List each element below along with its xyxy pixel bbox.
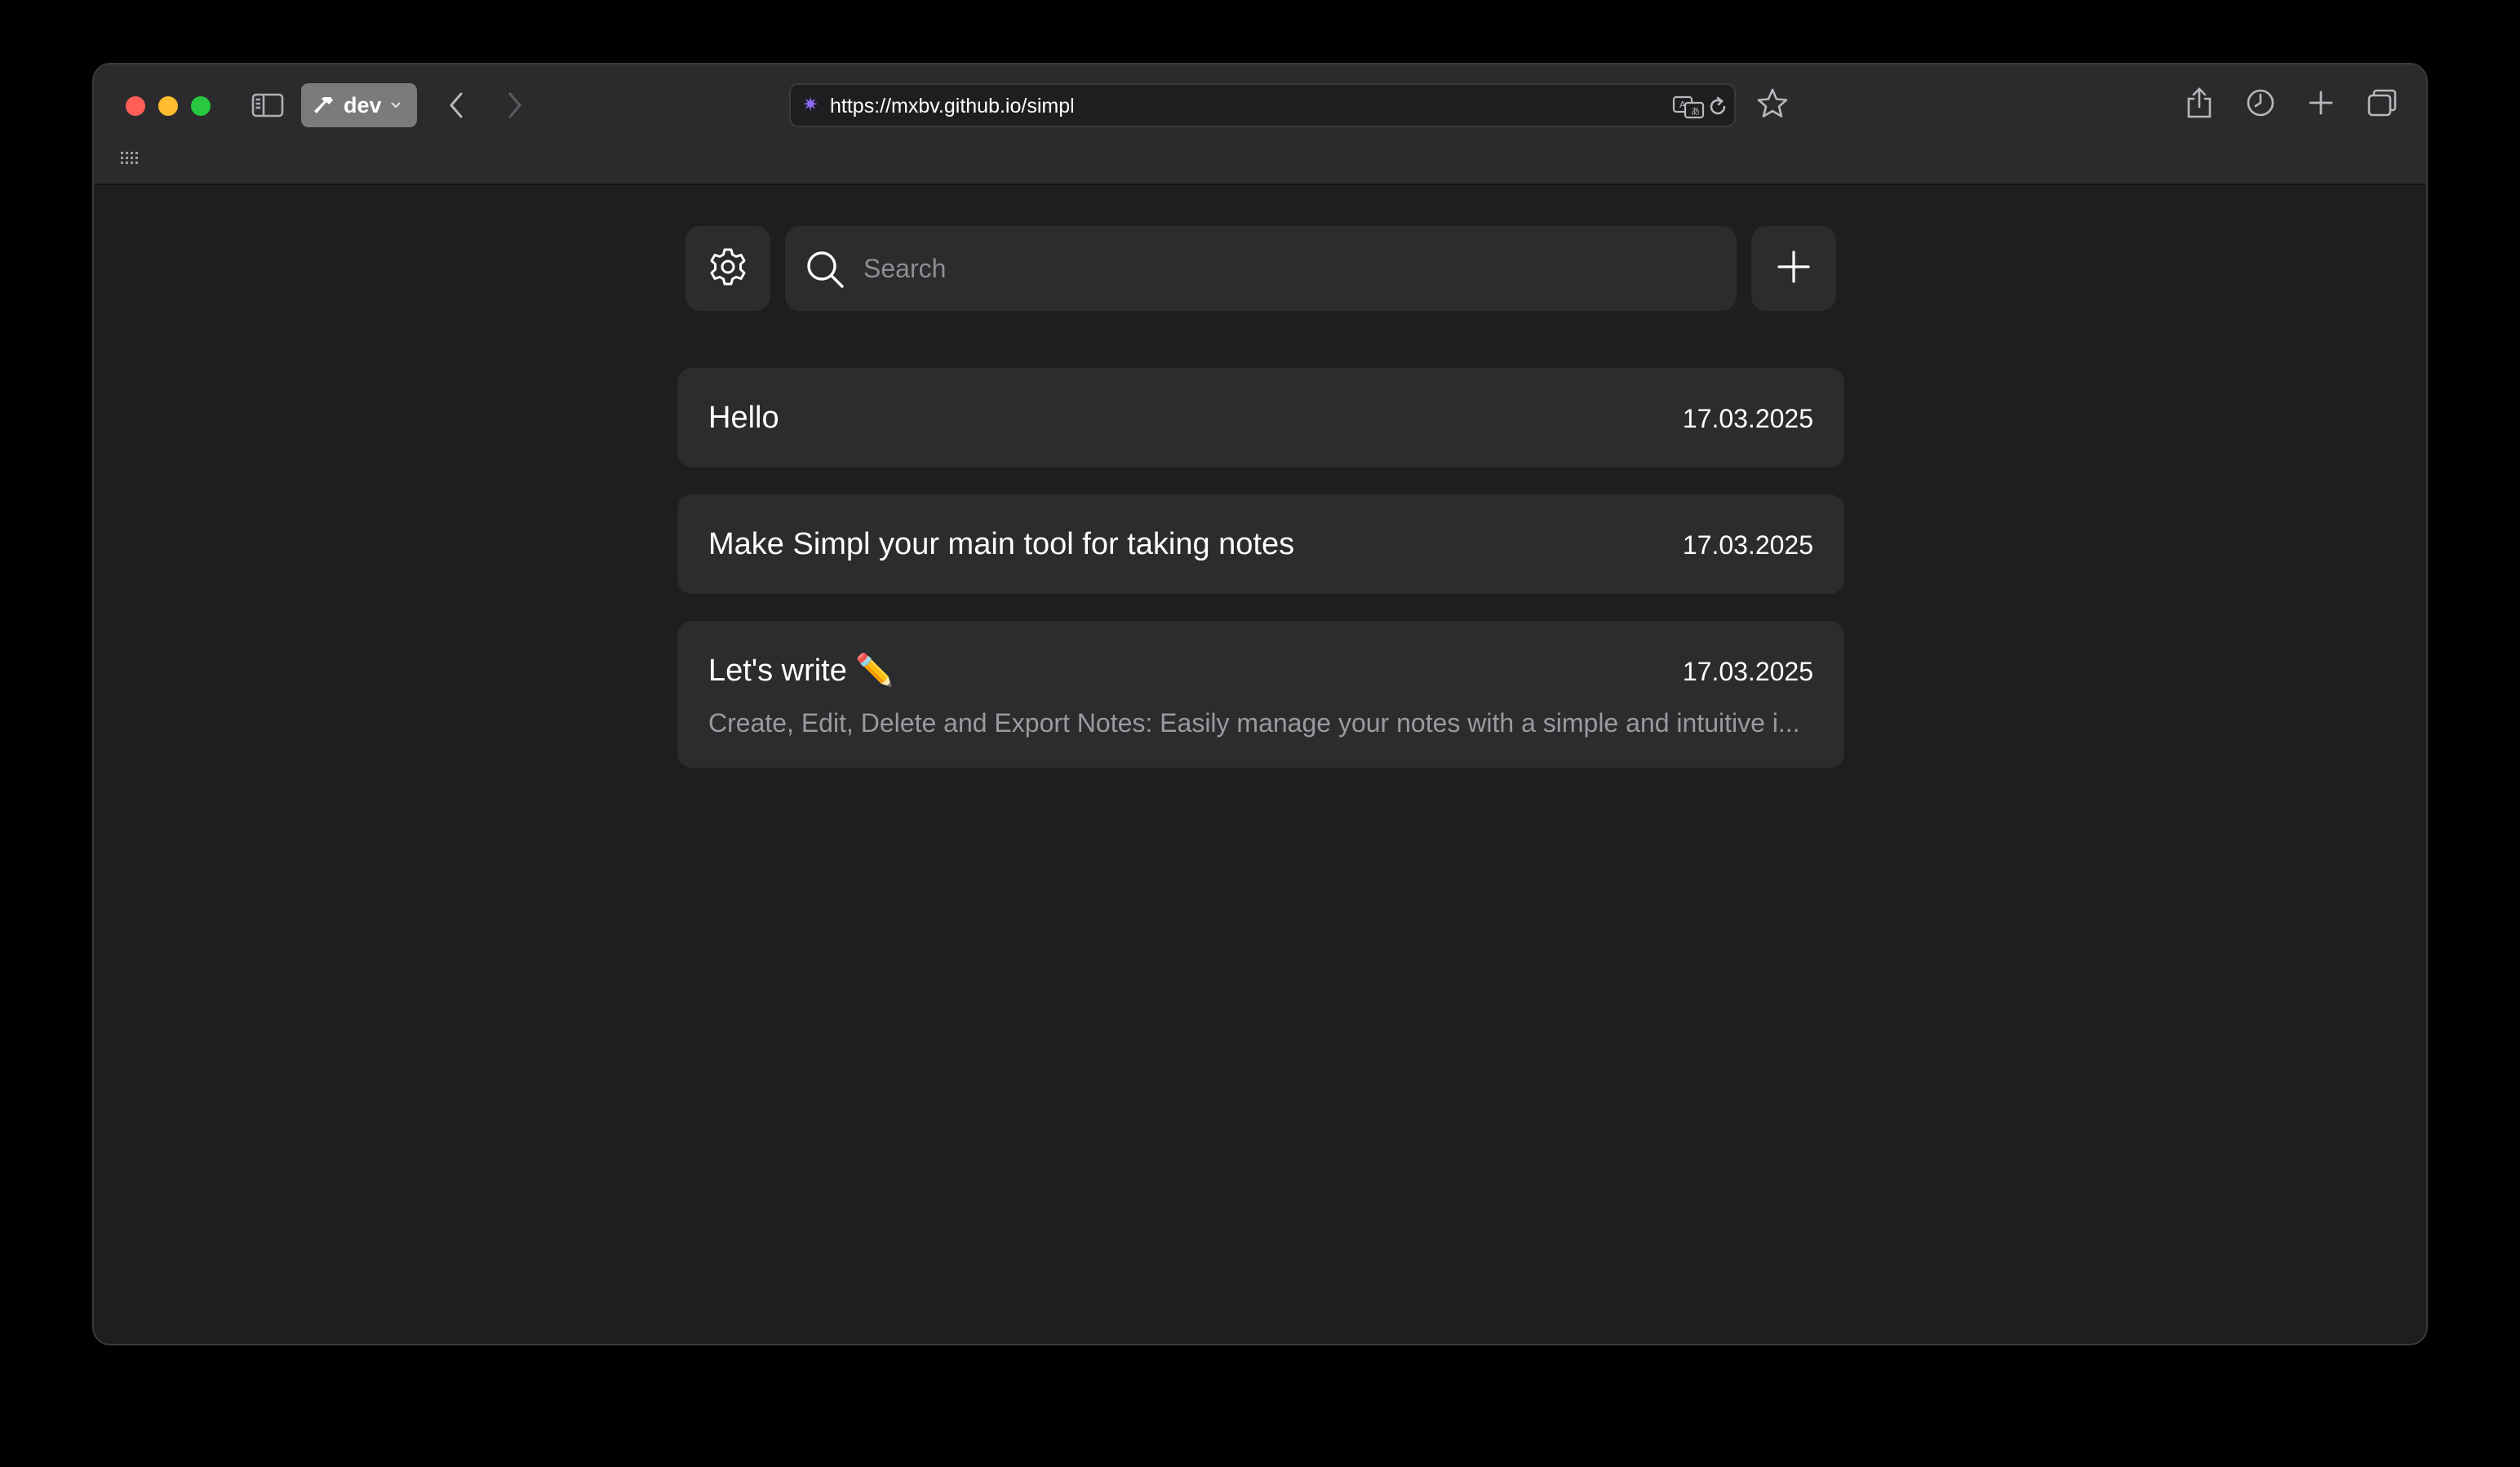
search-input[interactable]: [863, 226, 1712, 311]
grid-icon[interactable]: [121, 152, 139, 169]
gear-icon: [708, 246, 748, 291]
chevron-down-icon: [390, 101, 402, 109]
note-item[interactable]: Let's write ✏️ 17.03.2025 Create, Edit, …: [677, 621, 1844, 768]
maximize-window-button[interactable]: [191, 96, 211, 116]
profile-button[interactable]: dev: [301, 83, 417, 127]
note-title: Hello: [708, 401, 779, 435]
url-text[interactable]: https://mxbv.github.io/simpl: [830, 95, 1075, 117]
browser-toolbar: dev ✷ https://mxbv.github.io/simpl A あ: [94, 64, 2426, 185]
svg-text:あ: あ: [1691, 106, 1700, 117]
site-favicon-icon: ✷: [802, 94, 819, 116]
share-icon[interactable]: [2185, 86, 2214, 120]
note-date: 17.03.2025: [1682, 530, 1813, 560]
svg-text:A: A: [1679, 100, 1686, 110]
sidebar-toggle-icon[interactable]: [251, 92, 284, 118]
add-note-button[interactable]: [1751, 226, 1836, 311]
clock-icon[interactable]: [2245, 87, 2276, 118]
translate-icon[interactable]: A あ: [1672, 95, 1705, 123]
reload-icon[interactable]: [1706, 95, 1729, 122]
search-bar[interactable]: [785, 226, 1737, 311]
star-icon[interactable]: [1756, 87, 1789, 120]
plus-icon: [1776, 249, 1812, 289]
plus-icon[interactable]: [2307, 89, 2335, 117]
search-icon: [805, 249, 845, 294]
chevron-right-icon[interactable]: [504, 91, 524, 120]
minimize-window-button[interactable]: [158, 96, 178, 116]
browser-window: dev ✷ https://mxbv.github.io/simpl A あ S…: [92, 63, 2428, 1345]
tabs-overview-icon[interactable]: [2367, 88, 2398, 117]
notes-list: Hello 17.03.2025 Make Simpl your main to…: [677, 368, 1844, 795]
note-item[interactable]: Hello 17.03.2025: [677, 368, 1844, 468]
note-preview: Create, Edit, Delete and Export Notes: E…: [708, 708, 1800, 738]
note-title: Make Simpl your main tool for taking not…: [708, 527, 1295, 561]
settings-button[interactable]: [685, 226, 770, 311]
note-item[interactable]: Make Simpl your main tool for taking not…: [677, 494, 1844, 594]
hammer-icon: [313, 94, 335, 117]
close-window-button[interactable]: [126, 96, 145, 116]
note-date: 17.03.2025: [1682, 404, 1813, 433]
note-date: 17.03.2025: [1682, 657, 1813, 686]
chevron-left-icon[interactable]: [447, 91, 467, 120]
note-title: Let's write ✏️: [708, 654, 894, 688]
profile-label: dev: [344, 92, 382, 117]
address-bar[interactable]: ✷ https://mxbv.github.io/simpl A あ: [789, 83, 1736, 127]
